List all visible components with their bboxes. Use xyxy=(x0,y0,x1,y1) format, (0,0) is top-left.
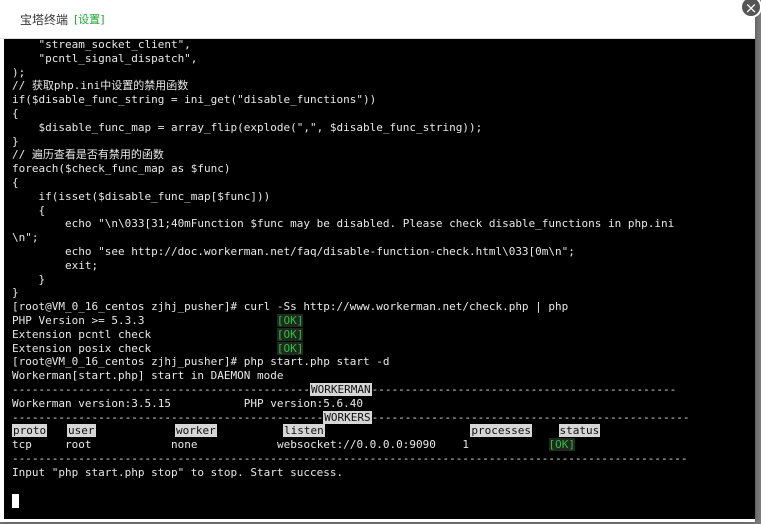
window-titlebar: 宝塔终端 [设置] xyxy=(0,0,755,39)
php-version: PHP version:5.6.40 xyxy=(243,396,364,410)
divider: ----------------------------------------… xyxy=(371,382,677,396)
terminal-line: \n"; xyxy=(12,231,39,245)
table-cell: none xyxy=(170,438,198,452)
terminal-line: ); xyxy=(12,65,26,79)
check-label: PHP Version >= 5.3.3 xyxy=(12,313,277,327)
table-cell: tcp xyxy=(12,438,32,452)
table-header-row: proto user worker listen processes statu… xyxy=(12,424,752,438)
check-line: Extension posix check [OK] xyxy=(12,341,752,356)
version-line: Workerman version:3.5.15 PHP version:5.6… xyxy=(12,397,752,411)
window-title: 宝塔终端 xyxy=(20,12,69,27)
table-header-status: status xyxy=(558,424,601,438)
table-header-worker: worker xyxy=(174,424,217,438)
terminal-line: if(isset($disable_func_map[$func])) xyxy=(12,189,271,203)
workerman-header: WORKERMAN xyxy=(310,382,372,396)
terminal-line: // 遍历查看是否有禁用的函数 xyxy=(12,148,164,162)
bottom-divider: ----------------------------------------… xyxy=(12,451,688,465)
terminal-line: foreach($check_func_map as $func) xyxy=(12,162,231,176)
table-cell: root xyxy=(65,438,92,452)
terminal-line: "pcntl_signal_dispatch", xyxy=(12,51,198,65)
workerman-divider: ----------------------------------------… xyxy=(12,382,752,397)
terminal-cursor xyxy=(12,494,19,508)
terminal-line: if($disable_func_string = ini_get("disab… xyxy=(12,93,377,107)
terminal-line: { xyxy=(12,175,19,189)
close-button[interactable]: × xyxy=(740,0,761,18)
divider: ----------------------------------------… xyxy=(12,382,311,396)
check-label: Extension pcntl check xyxy=(12,327,277,341)
divider: ----------------------------------------… xyxy=(12,410,324,424)
table-header-listen: listen xyxy=(282,424,325,438)
workers-divider: ----------------------------------------… xyxy=(12,410,752,425)
terminal-line: $disable_func_map = array_flip(explode("… xyxy=(12,120,483,134)
check-line: PHP Version >= 5.3.3 [OK] xyxy=(12,313,752,328)
terminal-line: exit; xyxy=(12,258,99,272)
terminal-line: echo "see http://doc.workerman.net/faq/d… xyxy=(12,244,575,258)
terminal-line: "stream_socket_client", xyxy=(12,39,191,51)
terminal-line: { xyxy=(12,203,46,217)
terminal-lines: "stream_socket_client", "pcntl_signal_di… xyxy=(12,39,752,480)
terminal-line: Workerman[start.php] start in DAEMON mod… xyxy=(12,369,284,383)
table-cell: websocket://0.0.0.0:9090 xyxy=(276,438,436,452)
terminal-line: [root@VM_0_16_centos zjhj_pusher]# php s… xyxy=(12,355,390,369)
check-status: [OK] xyxy=(276,313,304,327)
terminal-line: { xyxy=(12,106,19,120)
terminal-line: } xyxy=(12,272,46,286)
footer-line: Input "php start.php stop" to stop. Star… xyxy=(12,465,344,479)
table-cell: [OK] xyxy=(548,438,576,452)
table-header-user: user xyxy=(67,424,96,438)
terminal-line: [root@VM_0_16_centos zjhj_pusher]# curl … xyxy=(12,300,569,314)
check-status: [OK] xyxy=(276,341,304,355)
table-header-processes: processes xyxy=(470,424,533,438)
workerman-version: Workerman version:3.5.15 xyxy=(12,396,244,410)
terminal-output[interactable]: "stream_socket_client", "pcntl_signal_di… xyxy=(4,39,755,519)
check-line: Extension pcntl check [OK] xyxy=(12,327,752,342)
workers-header: WORKERS xyxy=(323,410,372,424)
terminal-line: } xyxy=(12,134,19,148)
check-status: [OK] xyxy=(276,327,304,341)
check-label: Extension posix check xyxy=(12,341,277,355)
divider: ----------------------------------------… xyxy=(371,410,690,424)
terminal-line: } xyxy=(12,286,19,300)
terminal-line: // 获取php.ini中设置的禁用函数 xyxy=(12,79,189,93)
terminal-window: 宝塔终端 [设置] "stream_socket_client", "pcntl… xyxy=(0,0,755,522)
settings-link[interactable]: [设置] xyxy=(74,11,105,27)
table-row: tcp root none websocket://0.0.0.0:9090 1… xyxy=(12,438,752,452)
table-header-proto: proto xyxy=(12,424,48,438)
terminal-line: echo "\n\033[31;40mFunction $func may be… xyxy=(12,217,675,231)
